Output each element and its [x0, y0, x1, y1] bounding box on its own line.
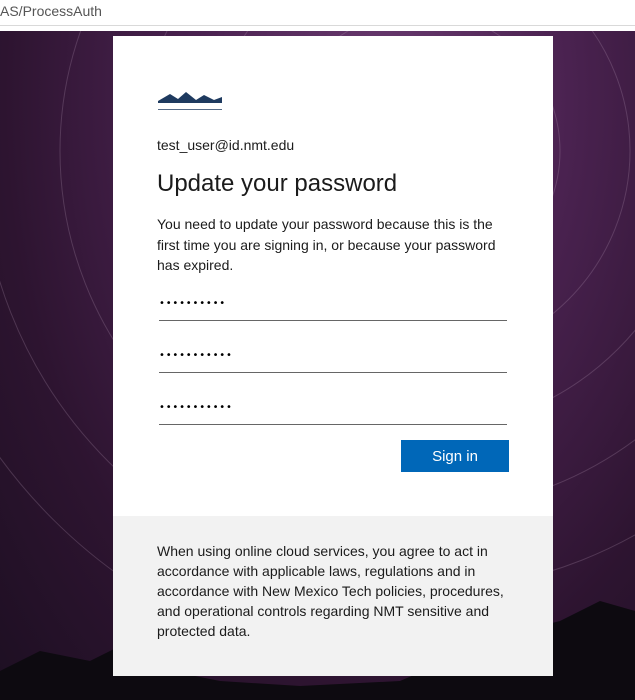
- card-footer: When using online cloud services, you ag…: [113, 516, 553, 676]
- url-text: AS/ProcessAuth: [0, 3, 102, 19]
- confirm-password-field[interactable]: •••••••••••: [159, 396, 507, 425]
- page-title: Update your password: [157, 170, 398, 197]
- update-password-description: You need to update your password because…: [157, 216, 496, 273]
- password-value: •••••••••••: [159, 350, 233, 361]
- new-password-field[interactable]: •••••••••••: [159, 344, 507, 373]
- nmt-logo: [158, 92, 222, 110]
- user-email: test_user@id.nmt.edu: [157, 137, 295, 153]
- password-value: ••••••••••: [159, 298, 226, 309]
- address-bar[interactable]: AS/ProcessAuth: [0, 0, 635, 26]
- card-main: test_user@id.nmt.edu Update your passwor…: [113, 36, 553, 516]
- login-card: test_user@id.nmt.edu Update your passwor…: [113, 36, 553, 676]
- sign-in-button[interactable]: Sign in: [401, 440, 509, 472]
- policy-notice: When using online cloud services, you ag…: [157, 543, 504, 639]
- current-password-field[interactable]: ••••••••••: [159, 292, 507, 321]
- password-value: •••••••••••: [159, 402, 233, 413]
